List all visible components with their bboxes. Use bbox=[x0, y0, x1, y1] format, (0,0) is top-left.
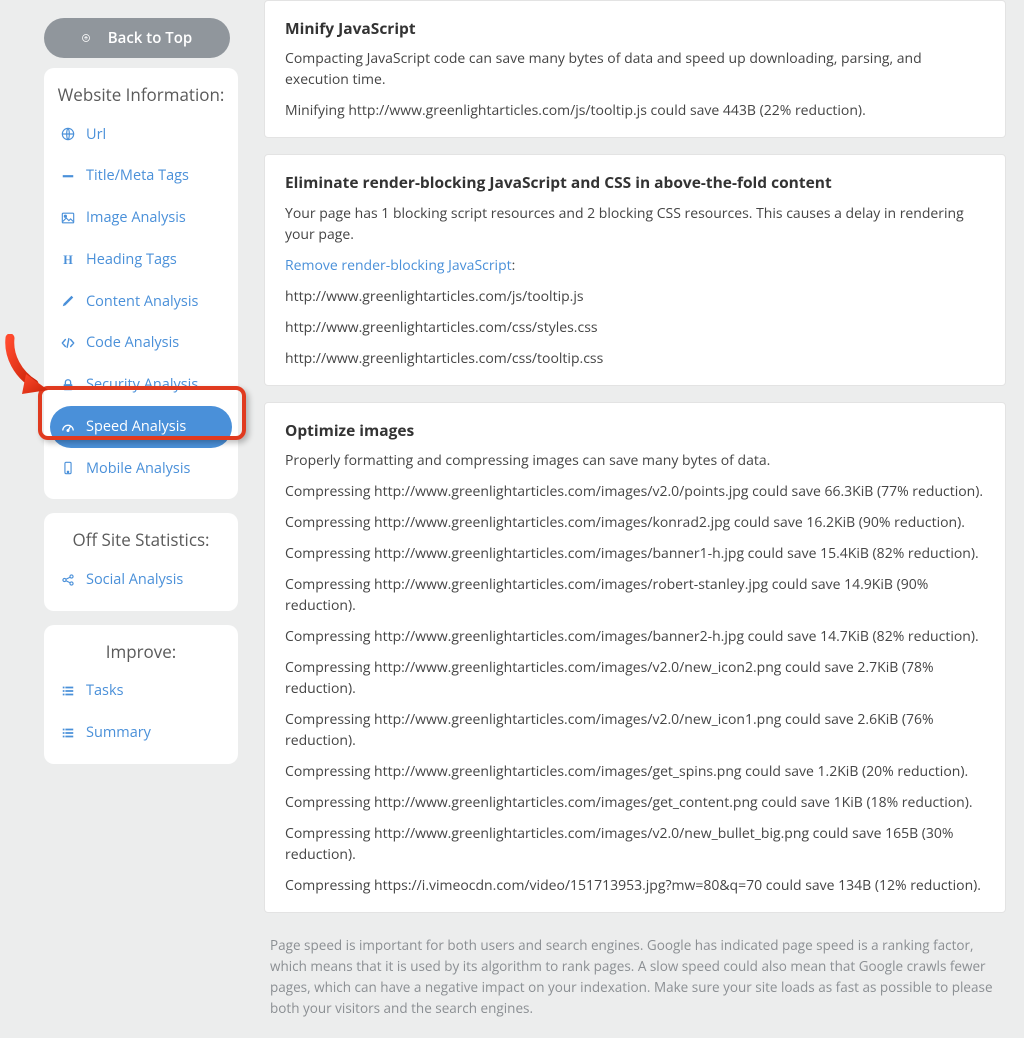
arrow-up-circle-icon bbox=[82, 30, 98, 46]
pencil-icon bbox=[60, 293, 76, 309]
panel: Eliminate render-blocking JavaScript and… bbox=[264, 154, 1006, 385]
sidebar-item-label: Mobile Analysis bbox=[86, 458, 190, 480]
panel-text: Compressing http://www.greenlightarticle… bbox=[285, 481, 985, 502]
sidebar-item-security-analysis[interactable]: Security Analysis bbox=[50, 364, 232, 406]
code-icon bbox=[60, 335, 76, 351]
panel-text: Compressing http://www.greenlightarticle… bbox=[285, 543, 985, 564]
panel-text: Your page has 1 blocking script resource… bbox=[285, 203, 985, 245]
sidebar-item-code-analysis[interactable]: Code Analysis bbox=[50, 322, 232, 364]
sidebar-group: Website Information: Url Title/Meta Tags Im… bbox=[44, 68, 238, 499]
panel-text: http://www.greenlightarticles.com/js/too… bbox=[285, 286, 985, 307]
sidebar-item-mobile-analysis[interactable]: Mobile Analysis bbox=[50, 448, 232, 490]
sidebar-item-url[interactable]: Url bbox=[50, 114, 232, 156]
gauge-icon bbox=[60, 419, 76, 435]
sidebar-item-label: Image Analysis bbox=[86, 207, 186, 229]
lock-icon bbox=[60, 377, 76, 393]
hyphen-icon bbox=[60, 168, 76, 184]
panel-text: http://www.greenlightarticles.com/css/to… bbox=[285, 348, 985, 369]
panel-link-suffix: : bbox=[512, 256, 516, 275]
sidebar-item-content-analysis[interactable]: Content Analysis bbox=[50, 281, 232, 323]
main-content: Minify JavaScript Compacting JavaScript c… bbox=[246, 0, 1024, 1038]
panel-text: Compressing http://www.greenlightarticle… bbox=[285, 574, 985, 616]
panel-text: Remove render-blocking JavaScript: bbox=[285, 255, 985, 276]
panel-text: http://www.greenlightarticles.com/css/st… bbox=[285, 317, 985, 338]
sidebar-item-tasks[interactable]: Tasks bbox=[50, 670, 232, 712]
footer-note: Page speed is important for both users a… bbox=[264, 929, 1006, 1019]
panel-text: Properly formatting and compressing imag… bbox=[285, 450, 985, 471]
image-icon bbox=[60, 210, 76, 226]
list-icon bbox=[60, 725, 76, 741]
panel: Optimize images Properly formatting and c… bbox=[264, 402, 1006, 913]
sidebar-item-heading-tags[interactable]: H Heading Tags bbox=[50, 239, 232, 281]
sidebar-item-label: Title/Meta Tags bbox=[86, 165, 189, 187]
sidebar-item-summary[interactable]: Summary bbox=[50, 712, 232, 754]
sidebar-item-label: Url bbox=[86, 124, 106, 146]
panel-heading: Minify JavaScript bbox=[285, 17, 985, 40]
sidebar-group: Improve: Tasks Summary bbox=[44, 625, 238, 764]
sidebar-item-image-analysis[interactable]: Image Analysis bbox=[50, 197, 232, 239]
panel-text: Compressing http://www.greenlightarticle… bbox=[285, 792, 985, 813]
globe-icon bbox=[60, 126, 76, 142]
panel: Minify JavaScript Compacting JavaScript c… bbox=[264, 0, 1006, 138]
svg-text:H: H bbox=[63, 253, 73, 267]
sidebar-item-title-meta-tags[interactable]: Title/Meta Tags bbox=[50, 155, 232, 197]
panel-text: Compressing https://i.vimeocdn.com/video… bbox=[285, 875, 985, 896]
panel-text: Compressing http://www.greenlightarticle… bbox=[285, 761, 985, 782]
panel-text: Compressing http://www.greenlightarticle… bbox=[285, 657, 985, 699]
panel-text: Compressing http://www.greenlightarticle… bbox=[285, 823, 985, 865]
mobile-icon bbox=[60, 460, 76, 476]
panel-text: Compressing http://www.greenlightarticle… bbox=[285, 709, 985, 751]
sidebar-item-label: Summary bbox=[86, 722, 151, 744]
sidebar-item-speed-analysis[interactable]: Speed Analysis bbox=[50, 406, 232, 448]
sidebar-item-label: Social Analysis bbox=[86, 569, 183, 591]
sidebar-group-heading: Off Site Statistics: bbox=[50, 527, 232, 553]
share-icon bbox=[60, 572, 76, 588]
sidebar-item-social-analysis[interactable]: Social Analysis bbox=[50, 559, 232, 601]
sidebar-group: Off Site Statistics: Social Analysis bbox=[44, 513, 238, 610]
h-icon: H bbox=[60, 252, 76, 268]
sidebar-item-label: Speed Analysis bbox=[86, 416, 186, 438]
sidebar-item-label: Tasks bbox=[86, 680, 123, 702]
panel-text: Compacting JavaScript code can save many… bbox=[285, 48, 985, 90]
sidebar-item-label: Code Analysis bbox=[86, 332, 179, 354]
panel-heading: Eliminate render-blocking JavaScript and… bbox=[285, 171, 985, 194]
sidebar-item-label: Content Analysis bbox=[86, 291, 198, 313]
back-to-top-label: Back to Top bbox=[108, 27, 192, 50]
sidebar-item-label: Security Analysis bbox=[86, 374, 198, 396]
back-to-top-button[interactable]: Back to Top bbox=[44, 18, 230, 58]
panel-link[interactable]: Remove render-blocking JavaScript bbox=[285, 256, 512, 275]
sidebar-group-heading: Website Information: bbox=[50, 82, 232, 108]
panel-text: Compressing http://www.greenlightarticle… bbox=[285, 512, 985, 533]
sidebar: Back to Top Website Information: Url Title… bbox=[0, 0, 246, 1038]
list-icon bbox=[60, 683, 76, 699]
sidebar-group-heading: Improve: bbox=[50, 639, 232, 665]
panel-heading: Optimize images bbox=[285, 419, 985, 442]
panel-text: Minifying http://www.greenlightarticles.… bbox=[285, 100, 985, 121]
panel-text: Compressing http://www.greenlightarticle… bbox=[285, 626, 985, 647]
sidebar-item-label: Heading Tags bbox=[86, 249, 177, 271]
